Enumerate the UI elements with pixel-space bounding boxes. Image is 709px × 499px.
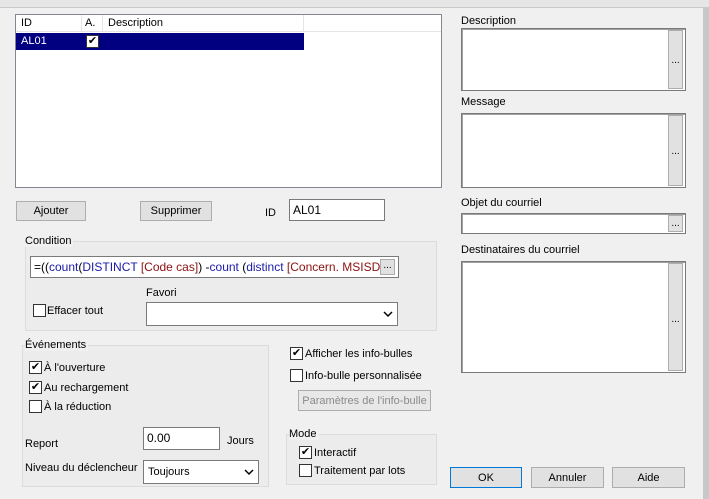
formula-token: =((: [34, 260, 49, 274]
row-id-cell: AL01: [21, 35, 47, 47]
table-row[interactable]: AL01 ✔: [16, 33, 304, 50]
add-button[interactable]: Ajouter: [16, 201, 86, 221]
interactive-label: Interactif: [314, 447, 357, 459]
trigger-level-label: Niveau du déclencheur: [25, 462, 138, 474]
column-header-description[interactable]: Description: [103, 15, 304, 32]
formula-token: DISTINCT: [82, 260, 138, 274]
formula-token: ) -: [198, 260, 210, 274]
custom-tooltip-label: Info-bulle personnalisée: [305, 370, 422, 382]
favori-select[interactable]: [146, 302, 398, 326]
subject-input[interactable]: [461, 213, 686, 234]
clear-all-checkbox[interactable]: [33, 304, 46, 317]
condition-formula-input[interactable]: =((count(DISTINCT [Code cas]) -count (di…: [30, 256, 399, 278]
favori-label: Favori: [146, 287, 177, 299]
recipients-ellipsis-button[interactable]: ...: [668, 263, 683, 371]
tooltip-params-button[interactable]: Paramètres de l'info-bulle: [298, 390, 431, 411]
window-edge: [703, 8, 709, 499]
description-textarea[interactable]: [461, 28, 686, 91]
interactive-checkbox[interactable]: ✔: [299, 446, 312, 459]
condition-label: Condition: [25, 235, 74, 247]
alerts-grid[interactable]: ID A. Description AL01 ✔: [15, 14, 442, 188]
cancel-button[interactable]: Annuler: [531, 467, 604, 488]
row-active-checkbox[interactable]: ✔: [86, 35, 99, 48]
column-header-active[interactable]: A.: [82, 15, 103, 32]
batch-label: Traitement par lots: [314, 465, 406, 477]
title-strip: [0, 0, 709, 8]
formula-token: [Concern. MSISD: [283, 260, 381, 274]
ok-button[interactable]: OK: [450, 467, 522, 488]
help-button[interactable]: Aide: [612, 467, 685, 488]
formula-token: [Code cas]: [137, 260, 199, 274]
recipients-label: Destinataires du courriel: [461, 244, 580, 256]
description-ellipsis-button[interactable]: ...: [668, 30, 683, 89]
formula-token: distinct: [246, 260, 284, 274]
events-label: Événements: [25, 339, 89, 351]
column-header-id[interactable]: ID: [16, 15, 82, 32]
mode-group: [286, 434, 437, 485]
message-textarea[interactable]: [461, 113, 686, 188]
chevron-down-icon: [383, 311, 393, 318]
trigger-level-value: Toujours: [148, 466, 190, 478]
description-label: Description: [461, 15, 517, 27]
formula-token: count: [49, 260, 79, 274]
delete-button[interactable]: Supprimer: [140, 201, 212, 221]
on-open-checkbox[interactable]: ✔: [29, 361, 42, 374]
subject-label: Objet du courriel: [461, 197, 542, 209]
formula-token: count: [209, 260, 239, 274]
on-reload-label: Au rechargement: [44, 382, 129, 394]
chevron-down-icon: [244, 469, 254, 476]
id-label: ID: [265, 207, 276, 219]
clear-all-label: Effacer tout: [47, 305, 104, 317]
report-input[interactable]: 0.00: [143, 427, 220, 450]
condition-ellipsis-button[interactable]: ...: [380, 259, 395, 275]
grid-header: ID A. Description: [16, 15, 441, 32]
trigger-level-select[interactable]: Toujours: [143, 460, 259, 484]
report-unit-label: Jours: [227, 435, 254, 447]
subject-ellipsis-button[interactable]: ...: [668, 215, 683, 232]
message-ellipsis-button[interactable]: ...: [668, 115, 683, 186]
recipients-textarea[interactable]: [461, 261, 686, 373]
batch-checkbox[interactable]: [299, 464, 312, 477]
on-open-label: À l'ouverture: [44, 362, 106, 374]
mode-label: Mode: [289, 428, 319, 440]
show-tooltips-label: Afficher les info-bulles: [305, 348, 413, 360]
show-tooltips-checkbox[interactable]: ✔: [290, 347, 303, 360]
custom-tooltip-checkbox[interactable]: [290, 369, 303, 382]
report-label: Report: [25, 438, 59, 450]
id-input[interactable]: AL01: [289, 199, 385, 221]
on-reduce-checkbox[interactable]: [29, 400, 42, 413]
on-reload-checkbox[interactable]: ✔: [29, 381, 42, 394]
message-label: Message: [461, 96, 506, 108]
on-reduce-label: À la réduction: [44, 401, 112, 413]
